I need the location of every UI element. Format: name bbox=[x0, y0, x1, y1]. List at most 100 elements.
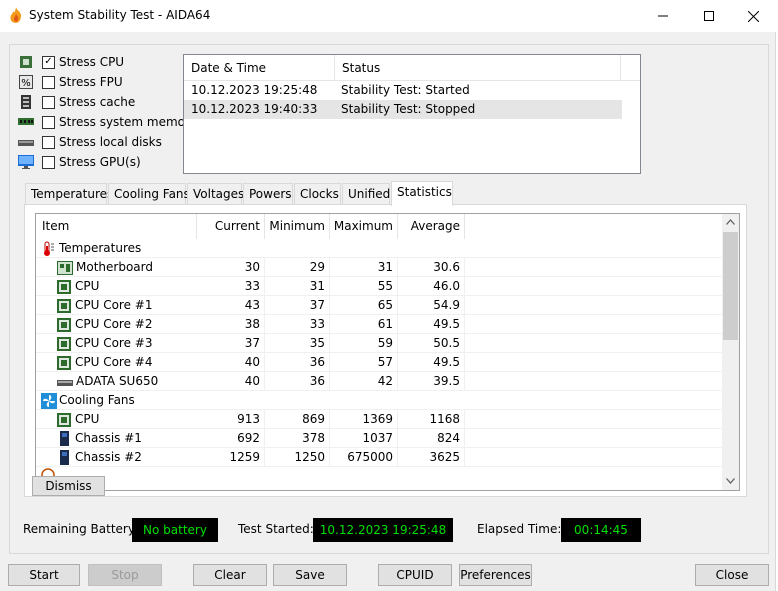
stress-disks-label: Stress local disks bbox=[59, 135, 162, 149]
stress-cpu-label: Stress CPU bbox=[59, 55, 125, 69]
minimize-icon bbox=[658, 11, 668, 21]
stress-disks-option[interactable]: Stress local disks bbox=[18, 133, 162, 151]
save-button[interactable]: Save bbox=[273, 564, 347, 586]
tab-cooling-fans[interactable]: Cooling Fans bbox=[108, 183, 190, 205]
tab-powers[interactable]: Powers bbox=[243, 183, 293, 205]
stress-fpu-checkbox[interactable] bbox=[42, 75, 55, 89]
table-row[interactable]: CPU 913 869 1369 1168 bbox=[36, 410, 722, 429]
maximize-icon bbox=[704, 11, 714, 21]
cpu-chip-icon bbox=[57, 336, 71, 351]
cpu-chip-icon bbox=[57, 412, 71, 427]
stress-cache-checkbox[interactable] bbox=[42, 95, 55, 109]
thermometer-icon bbox=[41, 241, 55, 257]
flame-icon bbox=[9, 7, 23, 23]
tab-temperatures[interactable]: Temperatures bbox=[25, 183, 113, 205]
title-bar[interactable]: System Stability Test - AIDA64 bbox=[0, 0, 778, 32]
table-row-partial bbox=[36, 467, 722, 486]
elapsed-time-label: Elapsed Time: bbox=[477, 522, 562, 536]
log-row[interactable]: 10.12.2023 19:40:33 Stability Test: Stop… bbox=[184, 100, 622, 119]
tab-clocks[interactable]: Clocks bbox=[294, 183, 341, 205]
log-row[interactable]: 10.12.2023 19:25:48 Stability Test: Star… bbox=[184, 81, 622, 100]
gpu-icon bbox=[18, 154, 34, 170]
stress-disks-checkbox[interactable] bbox=[42, 135, 55, 149]
table-row[interactable]: Chassis #2 1259 1250 675000 3625 bbox=[36, 448, 722, 467]
chassis-icon bbox=[60, 450, 69, 465]
clear-button[interactable]: Clear bbox=[193, 564, 267, 586]
stress-memory-option[interactable]: Stress system memory bbox=[18, 113, 197, 131]
group-label: Cooling Fans bbox=[59, 393, 135, 407]
stress-memory-checkbox[interactable] bbox=[42, 115, 55, 129]
preferences-button[interactable]: Preferences bbox=[459, 564, 532, 586]
table-row[interactable]: Chassis #1 692 378 1037 824 bbox=[36, 429, 722, 448]
table-row[interactable]: Motherboard 30 29 31 30.6 bbox=[36, 258, 722, 277]
tab-statistics[interactable]: Statistics bbox=[391, 181, 453, 206]
table-row[interactable]: CPU Core #1 43 37 65 54.9 bbox=[36, 296, 722, 315]
window-title: System Stability Test - AIDA64 bbox=[29, 8, 211, 22]
col-header-current[interactable]: Current bbox=[197, 214, 265, 239]
cpu-chip-icon bbox=[57, 298, 71, 313]
close-icon bbox=[747, 10, 759, 22]
fpu-icon: % bbox=[18, 74, 34, 90]
log-header-datetime[interactable]: Date & Time bbox=[184, 55, 335, 81]
stress-cpu-option[interactable]: ✓ Stress CPU bbox=[18, 53, 124, 71]
fan-icon bbox=[41, 392, 57, 409]
statistics-table[interactable]: Item Current Minimum Maximum Average Tem… bbox=[35, 213, 740, 491]
scrollbar-thumb[interactable] bbox=[723, 232, 738, 340]
log-datetime: 10.12.2023 19:25:48 bbox=[191, 83, 318, 97]
battery-value: No battery bbox=[132, 518, 218, 542]
close-window-button[interactable] bbox=[730, 0, 776, 32]
battery-label: Remaining Battery: bbox=[23, 522, 139, 536]
group-row-temperatures[interactable]: Temperatures bbox=[36, 239, 722, 258]
group-row-cooling-fans[interactable]: Cooling Fans bbox=[36, 391, 722, 410]
stop-button[interactable]: Stop bbox=[88, 564, 162, 586]
log-header-status[interactable]: Status bbox=[335, 55, 621, 81]
disk-icon bbox=[18, 134, 34, 150]
stress-memory-label: Stress system memory bbox=[59, 115, 198, 129]
scroll-down-icon[interactable] bbox=[726, 478, 735, 484]
test-started-value: 10.12.2023 19:25:48 bbox=[313, 518, 453, 542]
log-status: Stability Test: Stopped bbox=[341, 102, 476, 116]
stress-gpu-option[interactable]: Stress GPU(s) bbox=[18, 153, 141, 171]
cpu-icon bbox=[18, 54, 34, 70]
stress-cache-option[interactable]: Stress cache bbox=[18, 93, 135, 111]
motherboard-icon bbox=[57, 260, 73, 275]
table-row[interactable]: CPU Core #4 40 36 57 49.5 bbox=[36, 353, 722, 372]
log-datetime: 10.12.2023 19:40:33 bbox=[191, 102, 318, 116]
svg-text:%: % bbox=[21, 78, 31, 89]
col-header-minimum[interactable]: Minimum bbox=[265, 214, 330, 239]
col-header-item[interactable]: Item bbox=[36, 214, 197, 239]
cpu-chip-icon bbox=[57, 317, 71, 332]
col-header-average[interactable]: Average bbox=[398, 214, 465, 239]
cache-icon bbox=[18, 94, 34, 110]
stress-cache-label: Stress cache bbox=[59, 95, 136, 109]
scroll-up-icon[interactable] bbox=[726, 219, 735, 225]
table-row[interactable]: CPU Core #2 38 33 61 49.5 bbox=[36, 315, 722, 334]
cpu-chip-icon bbox=[57, 279, 71, 294]
log-status: Stability Test: Started bbox=[341, 83, 470, 97]
minimize-button[interactable] bbox=[640, 0, 686, 32]
stress-fpu-option[interactable]: % Stress FPU bbox=[18, 73, 123, 91]
log-header: Date & Time Status bbox=[184, 55, 640, 81]
memory-icon bbox=[18, 114, 34, 130]
event-log-list[interactable]: Date & Time Status 10.12.2023 19:25:48 S… bbox=[183, 54, 641, 174]
table-row[interactable]: CPU Core #3 37 35 59 50.5 bbox=[36, 334, 722, 353]
group-label: Temperatures bbox=[59, 241, 142, 255]
table-row[interactable]: ADATA SU650 40 36 42 39.5 bbox=[36, 372, 722, 391]
col-header-maximum[interactable]: Maximum bbox=[330, 214, 398, 239]
tab-voltages[interactable]: Voltages bbox=[187, 183, 244, 205]
elapsed-time-value: 00:14:45 bbox=[561, 518, 641, 542]
table-row[interactable]: CPU 33 31 55 46.0 bbox=[36, 277, 722, 296]
test-started-label: Test Started: bbox=[238, 522, 314, 536]
stress-gpu-checkbox[interactable] bbox=[42, 155, 55, 169]
maximize-button[interactable] bbox=[686, 0, 732, 32]
drive-icon bbox=[57, 377, 73, 387]
stress-cpu-checkbox[interactable]: ✓ bbox=[42, 55, 55, 69]
cpu-chip-icon bbox=[57, 355, 71, 370]
chassis-icon bbox=[60, 431, 69, 446]
start-button[interactable]: Start bbox=[8, 564, 80, 586]
tab-unified[interactable]: Unified bbox=[342, 183, 390, 205]
dismiss-button[interactable]: Dismiss bbox=[32, 476, 105, 496]
close-button[interactable]: Close bbox=[695, 564, 769, 586]
stress-fpu-label: Stress FPU bbox=[59, 75, 123, 89]
cpuid-button[interactable]: CPUID bbox=[378, 564, 452, 586]
